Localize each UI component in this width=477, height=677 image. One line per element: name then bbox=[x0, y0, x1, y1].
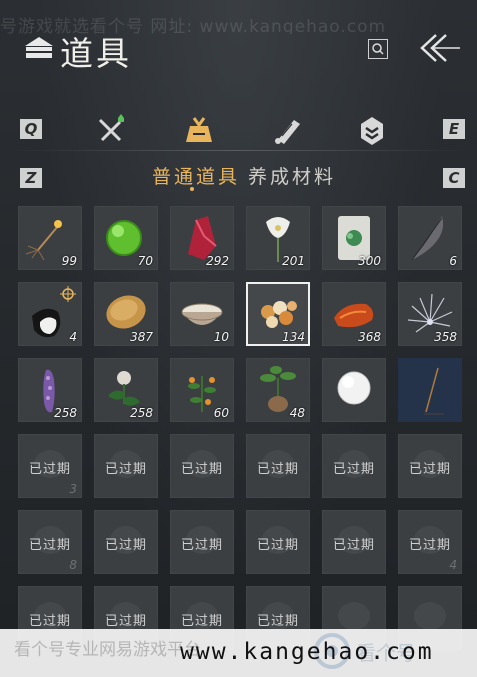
category-tabs bbox=[0, 112, 477, 152]
active-tab-indicator bbox=[190, 187, 194, 191]
expired-label: 已过期 bbox=[104, 538, 147, 553]
expired-label: 已过期 bbox=[180, 538, 223, 553]
inventory-icon bbox=[25, 37, 53, 58]
item-slot[interactable]: 已过期 bbox=[94, 510, 158, 574]
item-slot[interactable]: 292 bbox=[170, 206, 234, 270]
expired-label: 已过期 bbox=[332, 538, 375, 553]
item-slot[interactable]: 70 bbox=[94, 206, 158, 270]
item-count: 387 bbox=[130, 330, 153, 344]
item-slot[interactable]: 已过期 bbox=[94, 434, 158, 498]
badge-icon[interactable] bbox=[355, 114, 389, 148]
item-slot[interactable]: 258 bbox=[94, 358, 158, 422]
expired-label: 已过期 bbox=[28, 538, 71, 553]
item-slot[interactable]: 已过期 bbox=[170, 510, 234, 574]
scroll-icon[interactable] bbox=[270, 114, 304, 148]
item-count: 8 bbox=[69, 558, 77, 572]
expired-label: 已过期 bbox=[256, 614, 299, 629]
item-slot[interactable]: 6 bbox=[398, 206, 462, 270]
item-count: 368 bbox=[358, 330, 381, 344]
expired-label: 已过期 bbox=[104, 462, 147, 477]
item-count: 358 bbox=[434, 330, 457, 344]
item-count: 300 bbox=[358, 254, 381, 268]
item-slot[interactable]: 已过期 bbox=[246, 434, 310, 498]
expired-label: 已过期 bbox=[180, 614, 223, 629]
footer-watermark: 看个号专业网易游戏平台 看个号 www.kangehao.com bbox=[0, 629, 477, 677]
search-icon bbox=[372, 43, 384, 55]
item-count: 3 bbox=[69, 482, 77, 496]
item-slot[interactable]: 已过期 bbox=[170, 434, 234, 498]
item-slot[interactable]: 已过期 bbox=[246, 510, 310, 574]
expired-label: 已过期 bbox=[28, 462, 71, 477]
item-count: 48 bbox=[289, 406, 305, 420]
item-slot[interactable]: 已过期 bbox=[322, 510, 386, 574]
item-count: 258 bbox=[54, 406, 77, 420]
tab-divider bbox=[8, 150, 469, 151]
expired-label: 已过期 bbox=[408, 462, 451, 477]
tab-growth-materials[interactable]: 养成材料 bbox=[248, 162, 336, 189]
item-slot[interactable]: 10 bbox=[170, 282, 234, 346]
item-slot[interactable]: 已过期 bbox=[398, 434, 462, 498]
item-slot[interactable]: 48 bbox=[246, 358, 310, 422]
incense-scene-icon bbox=[398, 358, 462, 422]
item-slot[interactable]: 368 bbox=[322, 282, 386, 346]
search-button[interactable] bbox=[368, 39, 388, 59]
item-count: 10 bbox=[213, 330, 229, 344]
expired-label: 已过期 bbox=[332, 462, 375, 477]
sub-tabs: 普通道具 养成材料 bbox=[0, 162, 477, 194]
faded-item-icon bbox=[414, 602, 446, 630]
item-slot[interactable]: 已过期 bbox=[322, 434, 386, 498]
faded-item-icon bbox=[338, 602, 370, 630]
item-count: 201 bbox=[282, 254, 305, 268]
item-slot[interactable] bbox=[322, 358, 386, 422]
item-count: 70 bbox=[137, 254, 153, 268]
item-slot[interactable]: 300 bbox=[322, 206, 386, 270]
item-slot[interactable]: 已过期 4 bbox=[398, 510, 462, 574]
expired-label: 已过期 bbox=[256, 538, 299, 553]
item-slot[interactable]: 已过期 8 bbox=[18, 510, 82, 574]
item-count: 4 bbox=[449, 558, 457, 572]
back-arrow-icon[interactable] bbox=[416, 32, 462, 64]
item-slot[interactable]: 已过期 3 bbox=[18, 434, 82, 498]
page-title: 道具 bbox=[60, 34, 132, 73]
item-slot-selected[interactable]: 134 bbox=[246, 282, 310, 346]
item-count: 292 bbox=[206, 254, 229, 268]
item-slot[interactable]: 201 bbox=[246, 206, 310, 270]
item-count: 6 bbox=[449, 254, 457, 268]
item-count: 99 bbox=[61, 254, 77, 268]
expired-label: 已过期 bbox=[104, 614, 147, 629]
pouch-icon[interactable] bbox=[182, 114, 216, 148]
snowball-icon bbox=[337, 371, 371, 405]
item-count: 60 bbox=[213, 406, 229, 420]
tab-common-items[interactable]: 普通道具 bbox=[152, 162, 240, 189]
item-slot[interactable]: 99 bbox=[18, 206, 82, 270]
expired-label: 已过期 bbox=[408, 538, 451, 553]
weapon-crossed-icon[interactable] bbox=[94, 114, 128, 148]
item-count: 134 bbox=[282, 330, 305, 344]
item-slot[interactable] bbox=[398, 358, 462, 422]
item-slot[interactable]: 387 bbox=[94, 282, 158, 346]
footer-faded-text: 看个号专业网易游戏平台 bbox=[14, 640, 201, 660]
item-slot[interactable]: 258 bbox=[18, 358, 82, 422]
item-slot[interactable]: 358 bbox=[398, 282, 462, 346]
expired-label: 已过期 bbox=[28, 614, 71, 629]
item-slot[interactable]: 60 bbox=[170, 358, 234, 422]
header: 道具 bbox=[0, 22, 477, 76]
item-count: 4 bbox=[69, 330, 77, 344]
expired-label: 已过期 bbox=[256, 462, 299, 477]
footer-url: www.kangehao.com bbox=[180, 639, 434, 665]
item-slot[interactable]: 4 bbox=[18, 282, 82, 346]
item-count: 258 bbox=[130, 406, 153, 420]
expired-label: 已过期 bbox=[180, 462, 223, 477]
